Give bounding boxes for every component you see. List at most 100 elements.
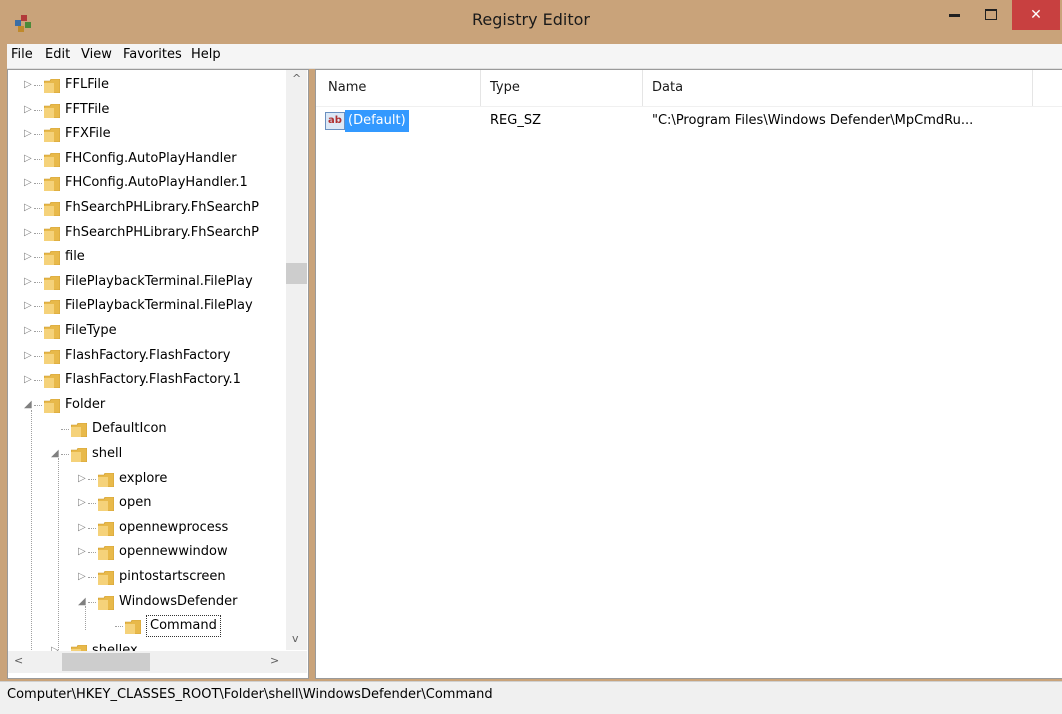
expand-arrow-icon[interactable]: ▷: [24, 344, 32, 368]
scroll-left-arrow-icon[interactable]: <: [14, 654, 23, 667]
folder-icon: [43, 373, 61, 389]
tree-node-label: FFLFile: [65, 77, 109, 92]
menu-edit[interactable]: Edit: [45, 47, 70, 62]
tree-connector: [115, 626, 123, 628]
tree-guide-line: [85, 606, 86, 630]
status-bar: Computer\HKEY_CLASSES_ROOT\Folder\shell\…: [0, 681, 1062, 714]
expand-arrow-icon[interactable]: ▷: [24, 73, 32, 97]
menu-view[interactable]: View: [81, 47, 112, 62]
tree-node-label: FFTFile: [65, 101, 110, 117]
folder-icon: [43, 275, 61, 291]
registry-values-list[interactable]: [315, 69, 1062, 679]
scroll-down-arrow-icon[interactable]: v: [292, 632, 299, 645]
expand-arrow-icon[interactable]: ▷: [24, 122, 32, 146]
tree-node-label: shell: [92, 446, 123, 461]
folder-icon: [43, 349, 61, 364]
scroll-right-arrow-icon[interactable]: >: [270, 654, 279, 667]
minimize-button[interactable]: [940, 0, 968, 28]
folder-icon: [43, 176, 61, 192]
folder-icon: [70, 422, 88, 438]
tree-connector: [34, 404, 42, 406]
close-button[interactable]: ✕: [1012, 0, 1060, 30]
tree-connector: [34, 257, 42, 259]
folder-icon: [43, 201, 61, 217]
tree-node-label: file: [65, 249, 85, 265]
expand-arrow-icon[interactable]: ▷: [24, 319, 32, 343]
tree-connector: [88, 577, 96, 578]
folder-icon: [124, 619, 142, 635]
title-bar[interactable]: Registry Editor ✕: [0, 0, 1062, 44]
column-header-name[interactable]: Name: [328, 70, 366, 106]
folder-icon: [97, 496, 115, 512]
tree-connector: [34, 208, 42, 209]
column-header-data[interactable]: Data: [652, 70, 683, 106]
minimize-icon: [948, 13, 960, 17]
tree-node-label: FileType: [65, 323, 117, 338]
expand-arrow-icon[interactable]: ▷: [78, 467, 86, 491]
expand-arrow-icon[interactable]: ▷: [24, 171, 32, 195]
expand-arrow-icon[interactable]: ▷: [24, 98, 32, 122]
menu-file[interactable]: File: [11, 47, 33, 62]
tree-node-label: FHConfig.AutoPlayHandler.1: [65, 175, 248, 191]
column-header-type[interactable]: Type: [490, 70, 520, 106]
tree-connector: [61, 429, 69, 431]
tree-connector: [34, 281, 42, 283]
folder-icon: [43, 324, 61, 340]
folder-icon: [70, 447, 88, 463]
tree-connector: [34, 183, 42, 185]
expand-arrow-icon[interactable]: ▷: [24, 196, 32, 220]
scroll-up-arrow-icon[interactable]: ^: [292, 72, 301, 85]
tree-connector: [34, 158, 42, 160]
tree-node-label: FlashFactory.FlashFactory.1: [65, 372, 241, 388]
expand-arrow-icon[interactable]: ▷: [24, 245, 32, 269]
tree-node-label: Command: [146, 615, 221, 638]
menu-help[interactable]: Help: [191, 47, 221, 62]
tree-vertical-scroll-thumb[interactable]: [286, 263, 307, 284]
folder-icon: [43, 299, 61, 315]
registry-editor-window: Registry Editor ✕ File Edit View Favorit…: [0, 0, 1062, 714]
folder-icon: [43, 250, 61, 266]
tree-node-label: pintostartscreen: [119, 569, 226, 584]
column-divider[interactable]: [480, 70, 481, 106]
tree-connector: [88, 552, 96, 554]
tree-node-label: FlashFactory.FlashFactory: [65, 347, 231, 363]
tree-node-label: open: [119, 495, 152, 511]
tree-connector: [88, 527, 96, 529]
tree-node-label: FhSearchPHLibrary.FhSearchP: [65, 200, 259, 215]
string-value-icon: ab: [325, 112, 345, 130]
column-divider[interactable]: [642, 70, 643, 106]
expand-arrow-icon[interactable]: ▷: [78, 540, 86, 564]
expand-arrow-icon[interactable]: ▷: [24, 221, 32, 245]
expand-arrow-icon[interactable]: ▷: [78, 565, 86, 589]
tree-connector: [88, 478, 96, 480]
expand-arrow-icon[interactable]: ▷: [78, 516, 86, 540]
header-divider: [316, 106, 1062, 107]
maximize-button[interactable]: [976, 0, 1006, 28]
expand-arrow-icon[interactable]: ▷: [24, 294, 32, 318]
tree-connector: [88, 601, 96, 603]
expand-arrow-icon[interactable]: ▷: [24, 147, 32, 171]
tree-connector: [34, 232, 42, 234]
tree-node-label: opennewwindow: [119, 544, 228, 560]
tree-guide-line: [58, 458, 59, 650]
tree-vertical-scrollbar[interactable]: ^ v: [286, 70, 307, 650]
tree-connector: [34, 85, 42, 86]
value-data: "C:\Program Files\Windows Defender\MpCmd…: [652, 113, 974, 128]
menu-bar: File Edit View Favorites Help: [7, 44, 1062, 69]
tree-guide-line: [31, 410, 32, 650]
tree-horizontal-scroll-thumb[interactable]: [62, 653, 150, 671]
tree-connector: [61, 454, 69, 455]
value-name-selected[interactable]: (Default): [345, 110, 409, 132]
tree-node-label: FHConfig.AutoPlayHandler: [65, 150, 237, 166]
folder-icon: [97, 472, 115, 487]
tree-node-label: opennewprocess: [119, 519, 229, 535]
expand-arrow-icon[interactable]: ▷: [24, 368, 32, 392]
expand-arrow-icon[interactable]: ▷: [78, 491, 86, 515]
maximize-icon: [985, 8, 997, 20]
menu-favorites[interactable]: Favorites: [123, 47, 182, 62]
tree-node-label: FilePlaybackTerminal.FilePlay: [65, 273, 253, 289]
column-divider[interactable]: [1032, 70, 1033, 106]
expand-arrow-icon[interactable]: ▷: [24, 270, 32, 294]
tree-horizontal-scrollbar[interactable]: < >: [8, 651, 286, 673]
close-icon: ✕: [1030, 7, 1042, 23]
